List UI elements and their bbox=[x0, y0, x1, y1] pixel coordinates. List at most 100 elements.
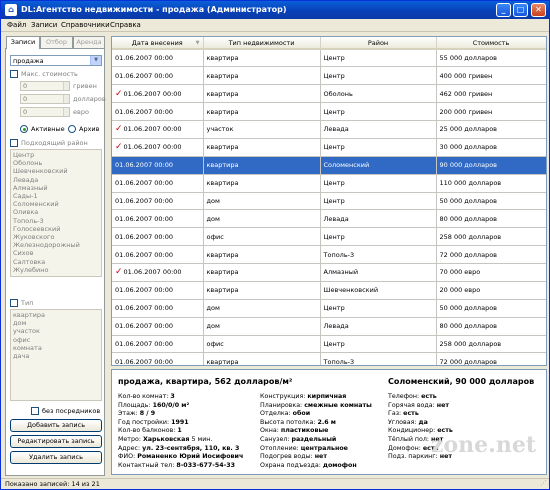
list-item[interactable]: Оливка bbox=[13, 208, 99, 216]
resize-grip-icon[interactable]: ⋰ bbox=[540, 478, 547, 489]
list-item[interactable]: Железнодорожный bbox=[13, 241, 99, 249]
table-row[interactable]: ✓01.06.2007 00:00 квартира Алмазный 70 000 … bbox=[112, 263, 546, 282]
cell-district: Алмазный bbox=[320, 263, 437, 282]
column-date[interactable]: Дата внесения ▼ bbox=[112, 37, 204, 50]
spin-icon[interactable] bbox=[63, 108, 69, 116]
table-row[interactable]: 01.06.2007 00:00 офис Центр 258 000 долларо… bbox=[112, 227, 546, 247]
list-item[interactable]: Голосеевский bbox=[13, 225, 99, 233]
table-row[interactable]: 01.06.2007 00:00 квартира Соломенский 90 00… bbox=[112, 156, 546, 175]
cell-date: 01.06.2007 00:00 bbox=[112, 227, 204, 247]
table-row[interactable]: 01.06.2007 00:00 дом Центр 50 000 долларов bbox=[112, 299, 546, 318]
detail-label: Отделка: bbox=[260, 410, 293, 418]
maximize-button[interactable]: □ bbox=[513, 3, 528, 17]
menu-records[interactable]: Записи bbox=[31, 20, 57, 31]
cell-price: 80 000 долларов bbox=[436, 209, 546, 229]
add-record-button[interactable]: Добавить запись bbox=[10, 419, 102, 432]
table-header: Дата внесения ▼ Тип недвижимости Район Ст… bbox=[112, 37, 546, 50]
list-item[interactable]: офис bbox=[13, 336, 99, 344]
list-item[interactable]: Сады-1 bbox=[13, 192, 99, 200]
table-row[interactable]: 01.06.2007 00:00 квартира Шевченковский 20 … bbox=[112, 281, 546, 300]
column-type[interactable]: Тип недвижимости bbox=[203, 37, 321, 50]
table-row[interactable]: 01.06.2007 00:00 квартира Центр 55 000 долл… bbox=[112, 49, 546, 68]
list-item[interactable]: Алмазный bbox=[13, 184, 99, 192]
list-item[interactable]: Жулебино bbox=[13, 266, 99, 274]
detail-line: Подогрев воды: нет bbox=[260, 453, 372, 462]
records-table[interactable]: Дата внесения ▼ Тип недвижимости Район Ст… bbox=[111, 36, 547, 366]
list-item[interactable]: Соломенский bbox=[13, 200, 99, 208]
detail-label: Год постройки: bbox=[118, 418, 172, 426]
cell-price: 55 000 долларов bbox=[436, 49, 546, 68]
price-eur-input[interactable]: 0 bbox=[20, 107, 70, 117]
app-icon: ⌂ bbox=[5, 4, 17, 16]
minimize-button[interactable]: _ bbox=[496, 3, 511, 17]
max-price-checkbox[interactable] bbox=[10, 70, 18, 78]
list-item[interactable]: Салтовка bbox=[13, 258, 99, 266]
cell-price: 400 000 гривен bbox=[436, 66, 546, 86]
close-button[interactable]: ✕ bbox=[531, 3, 546, 17]
cell-district: Центр bbox=[320, 192, 437, 211]
cell-type: квартира bbox=[203, 281, 321, 300]
table-row[interactable]: 01.06.2007 00:00 квартира Тополь-3 72 000 д… bbox=[112, 352, 546, 365]
list-item[interactable]: Шевченковский bbox=[13, 167, 99, 175]
mode-select[interactable]: продажа ▼ bbox=[10, 55, 102, 66]
list-item[interactable]: Оболонь bbox=[13, 159, 99, 167]
list-item[interactable]: Центр bbox=[13, 151, 99, 159]
table-row[interactable]: 01.06.2007 00:00 квартира Тополь-3 72 000 д… bbox=[112, 245, 546, 264]
table-row[interactable]: 01.06.2007 00:00 дом Левада 80 000 долларов bbox=[112, 209, 546, 229]
list-item[interactable]: участок bbox=[13, 327, 99, 335]
column-price[interactable]: Стоимость bbox=[436, 37, 546, 50]
spin-icon[interactable] bbox=[63, 82, 69, 90]
column-district[interactable]: Район bbox=[320, 37, 437, 50]
table-row[interactable]: 01.06.2007 00:00 дом Левада 80 000 долларов bbox=[112, 317, 546, 336]
district-checkbox[interactable] bbox=[10, 139, 18, 147]
list-item[interactable]: Сихов bbox=[13, 249, 99, 257]
table-row[interactable]: 01.06.2007 00:00 квартира Центр 400 000 гри… bbox=[112, 66, 546, 86]
edit-record-button[interactable]: Редактировать запись bbox=[10, 435, 102, 448]
checkmark-icon: ✓ bbox=[115, 142, 123, 153]
table-row[interactable]: ✓01.06.2007 00:00 квартира Центр 30 000 дол… bbox=[112, 138, 546, 157]
cell-date-text: 01.06.2007 00:00 bbox=[115, 232, 174, 241]
list-item[interactable]: Тополь-3 bbox=[13, 217, 99, 225]
menu-help[interactable]: Справка bbox=[110, 20, 141, 31]
detail-value: нет bbox=[436, 401, 450, 409]
type-list[interactable]: квартира дом участок офис комната дача bbox=[10, 309, 102, 401]
detail-label: ФИО: bbox=[118, 453, 138, 461]
list-item[interactable]: квартира bbox=[13, 311, 99, 319]
cell-price: 20 000 евро bbox=[436, 281, 546, 300]
price-uah-input[interactable]: 0 bbox=[20, 81, 70, 91]
cell-type: квартира bbox=[203, 84, 321, 104]
tab-rent[interactable]: Аренда bbox=[73, 36, 105, 48]
list-item[interactable]: комната bbox=[13, 344, 99, 352]
district-list[interactable]: Центр Оболонь Шевченковский Левада Алмаз… bbox=[10, 149, 102, 277]
title-bar[interactable]: ⌂ DL:Агентство недвижимости - продажа (А… bbox=[1, 1, 549, 19]
menu-file[interactable]: Файл bbox=[7, 20, 26, 31]
cell-price: 50 000 долларов bbox=[436, 192, 546, 211]
tab-selection[interactable]: Отбор bbox=[40, 36, 73, 48]
unit-eur: евро bbox=[73, 108, 89, 116]
table-row[interactable]: 01.06.2007 00:00 квартира Центр 110 000 дол… bbox=[112, 174, 546, 193]
detail-value: есть bbox=[403, 410, 419, 418]
delete-record-button[interactable]: Удалить запись bbox=[10, 451, 102, 464]
detail-title: продажа, квартира, 562 долларов/м² bbox=[118, 377, 293, 386]
table-row[interactable]: 01.06.2007 00:00 дом Центр 50 000 долларов bbox=[112, 192, 546, 211]
price-usd-input[interactable]: 0 bbox=[20, 94, 70, 104]
spin-icon[interactable] bbox=[63, 95, 69, 103]
table-row[interactable]: ✓01.06.2007 00:00 участок Левада 25 000 дол… bbox=[112, 120, 546, 139]
cell-date: 01.06.2007 00:00 bbox=[112, 281, 204, 300]
no-agents-checkbox[interactable] bbox=[31, 407, 39, 415]
sort-arrow-icon: ▼ bbox=[195, 40, 200, 46]
type-checkbox[interactable] bbox=[10, 299, 18, 307]
active-radio[interactable] bbox=[20, 125, 28, 133]
list-item[interactable]: дача bbox=[13, 352, 99, 360]
list-item[interactable]: дом bbox=[13, 319, 99, 327]
table-row[interactable]: ✓01.06.2007 00:00 квартира Оболонь 462 000 … bbox=[112, 84, 546, 104]
detail-label: Окна: bbox=[260, 427, 281, 435]
menu-dictionaries[interactable]: Справочники bbox=[61, 20, 110, 31]
archive-radio[interactable] bbox=[68, 125, 76, 133]
table-row[interactable]: 01.06.2007 00:00 офис Центр 258 000 долларо… bbox=[112, 335, 546, 354]
chevron-down-icon[interactable]: ▼ bbox=[90, 56, 101, 65]
list-item[interactable]: Левада bbox=[13, 176, 99, 184]
table-row[interactable]: 01.06.2007 00:00 квартира Центр 200 000 гри… bbox=[112, 102, 546, 121]
tab-records[interactable]: Записи bbox=[6, 36, 40, 49]
list-item[interactable]: Жуковского bbox=[13, 233, 99, 241]
